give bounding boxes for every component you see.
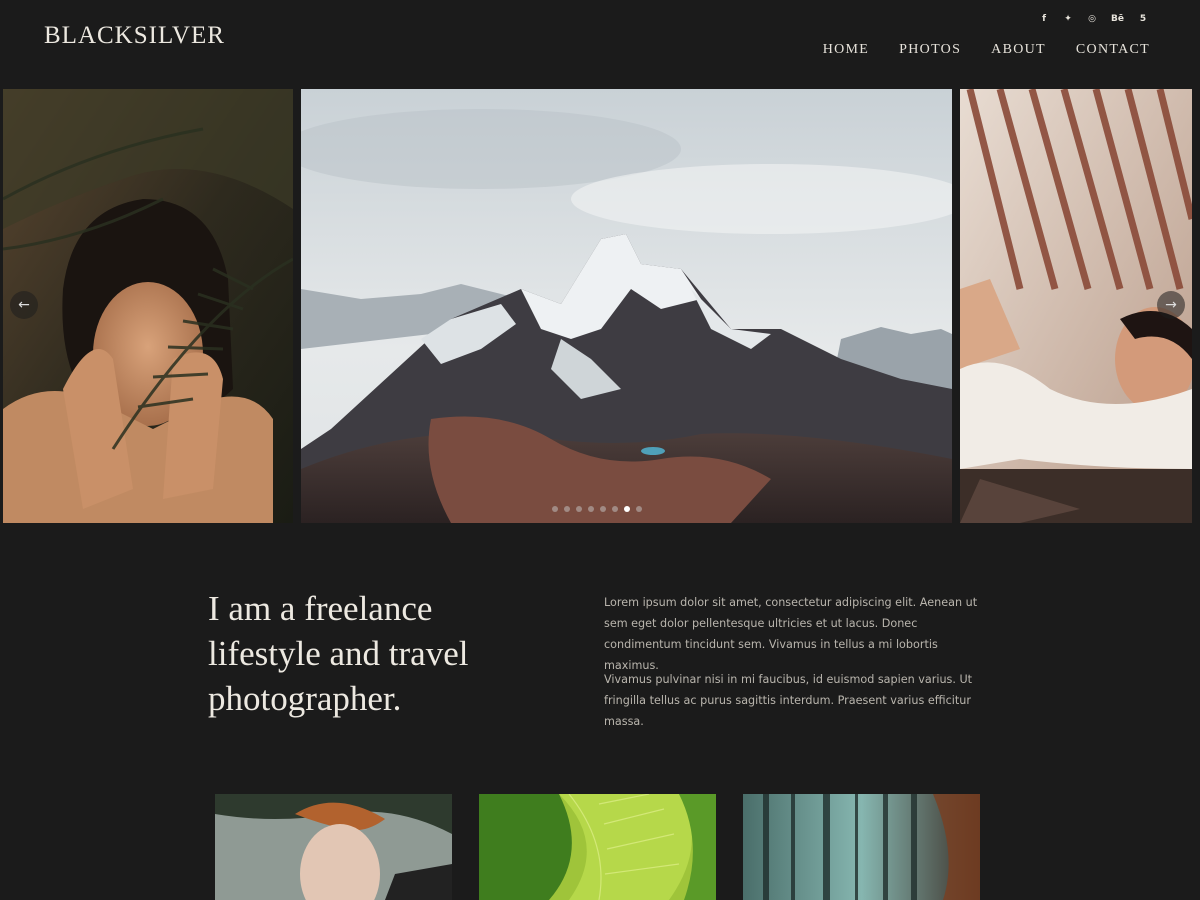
social-links: f ✦ ◎ Bē 5 — [1039, 13, 1148, 25]
gallery-item-leaves[interactable] — [479, 794, 716, 900]
slider-dot[interactable] — [552, 506, 558, 512]
slider-prev-arrow-icon[interactable]: ← — [10, 291, 38, 319]
intro-paragraph: Lorem ipsum dolor sit amet, consectetur … — [604, 596, 978, 672]
slider-dots — [552, 506, 642, 512]
mountain-image — [301, 89, 952, 523]
twitter-icon[interactable]: ✦ — [1063, 13, 1073, 25]
photo-slider: ← → — [0, 89, 1200, 523]
slider-dot[interactable] — [612, 506, 618, 512]
nav-about[interactable]: ABOUT — [991, 42, 1046, 58]
nav-home[interactable]: HOME — [823, 42, 869, 58]
slide-portrait-palm[interactable] — [3, 89, 293, 523]
site-logo[interactable]: BLACKSILVER — [44, 22, 225, 50]
slider-dot[interactable] — [576, 506, 582, 512]
500px-icon[interactable]: 5 — [1138, 13, 1148, 25]
gallery-item-portrait[interactable] — [215, 794, 452, 900]
slide-mountain[interactable] — [301, 89, 952, 523]
gallery-leaves-image — [479, 794, 716, 900]
intro-headline: I am a freelance lifestyle and travel ph… — [208, 589, 469, 718]
nav-contact[interactable]: CONTACT — [1076, 42, 1150, 58]
portrait-palm-image — [3, 89, 293, 523]
slider-dot[interactable] — [564, 506, 570, 512]
facebook-icon[interactable]: f — [1039, 13, 1049, 25]
gallery-portrait-image — [215, 794, 452, 900]
gallery-forest-image — [743, 794, 980, 900]
main-nav: HOME PHOTOS ABOUT CONTACT — [823, 42, 1150, 58]
instagram-icon[interactable]: ◎ — [1087, 13, 1097, 25]
site-header: BLACKSILVER f ✦ ◎ Bē 5 HOME PHOTOS ABOUT… — [0, 0, 1200, 88]
intro-paragraph: Vivamus pulvinar nisi in mi faucibus, id… — [604, 673, 973, 728]
nav-photos[interactable]: PHOTOS — [899, 42, 961, 58]
slider-next-arrow-icon[interactable]: → — [1157, 291, 1185, 319]
slider-dot[interactable] — [600, 506, 606, 512]
slider-dot[interactable] — [588, 506, 594, 512]
gallery-item-forest[interactable] — [743, 794, 980, 900]
behance-icon[interactable]: Bē — [1111, 13, 1124, 25]
slider-dot[interactable] — [636, 506, 642, 512]
slider-dot[interactable] — [624, 506, 630, 512]
